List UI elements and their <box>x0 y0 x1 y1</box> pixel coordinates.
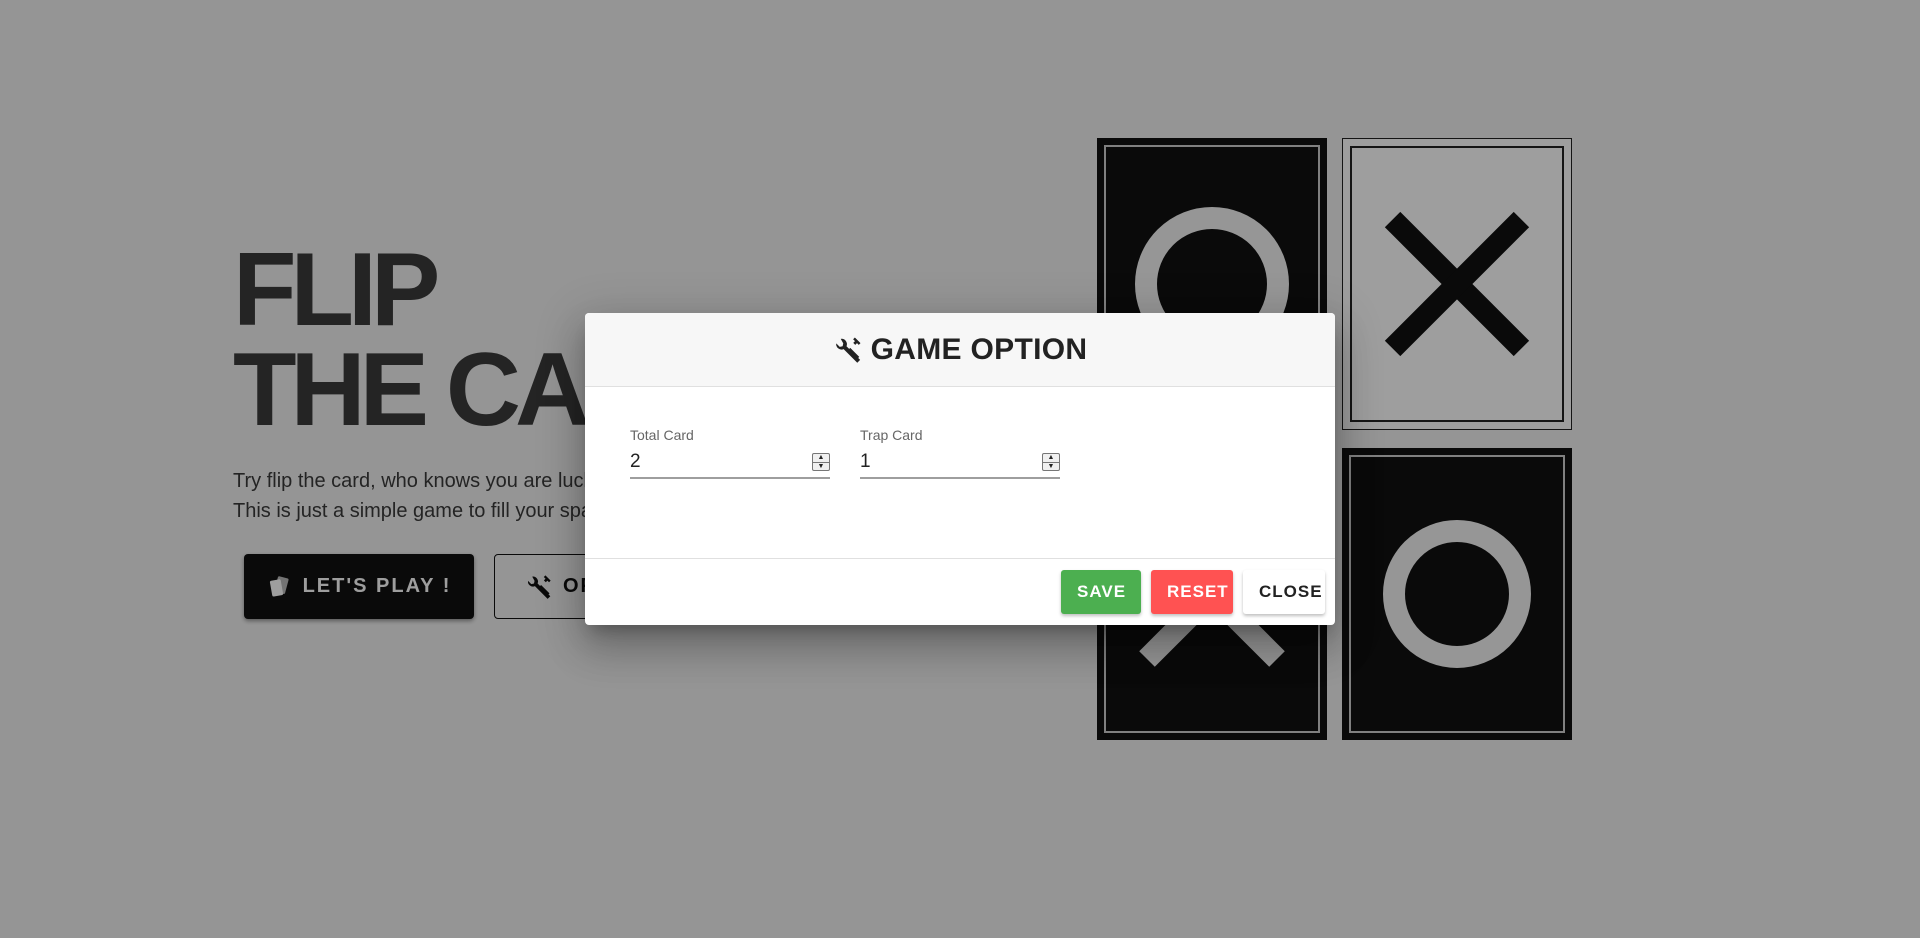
total-card-label: Total Card <box>630 427 694 443</box>
total-card-input[interactable] <box>630 451 780 473</box>
trap-card-field: Trap Card ▲ ▼ <box>860 427 1060 479</box>
close-button[interactable]: CLOSE <box>1243 570 1325 614</box>
total-card-input-row: ▲ ▼ <box>630 447 830 479</box>
trap-card-label: Trap Card <box>860 427 923 443</box>
reset-button[interactable]: RESET <box>1151 570 1233 614</box>
stepper-up-icon[interactable]: ▲ <box>813 454 829 463</box>
tools-icon <box>835 337 861 363</box>
dialog-title: GAME OPTION <box>870 332 1088 366</box>
stepper-down-icon[interactable]: ▼ <box>813 463 829 471</box>
trap-card-stepper[interactable]: ▲ ▼ <box>1042 453 1060 471</box>
dialog-body: Total Card ▲ ▼ Trap Card ▲ ▼ <box>585 387 1335 558</box>
dialog-header: GAME OPTION <box>585 313 1335 387</box>
game-option-dialog: GAME OPTION Total Card ▲ ▼ Trap Card ▲ ▼ <box>585 313 1335 625</box>
total-card-stepper[interactable]: ▲ ▼ <box>812 453 830 471</box>
stepper-up-icon[interactable]: ▲ <box>1043 454 1059 463</box>
trap-card-input[interactable] <box>860 451 1010 473</box>
trap-card-input-row: ▲ ▼ <box>860 447 1060 479</box>
save-button[interactable]: SAVE <box>1061 570 1141 614</box>
stepper-down-icon[interactable]: ▼ <box>1043 463 1059 471</box>
total-card-field: Total Card ▲ ▼ <box>630 427 830 479</box>
dialog-footer: SAVE RESET CLOSE <box>585 558 1335 625</box>
